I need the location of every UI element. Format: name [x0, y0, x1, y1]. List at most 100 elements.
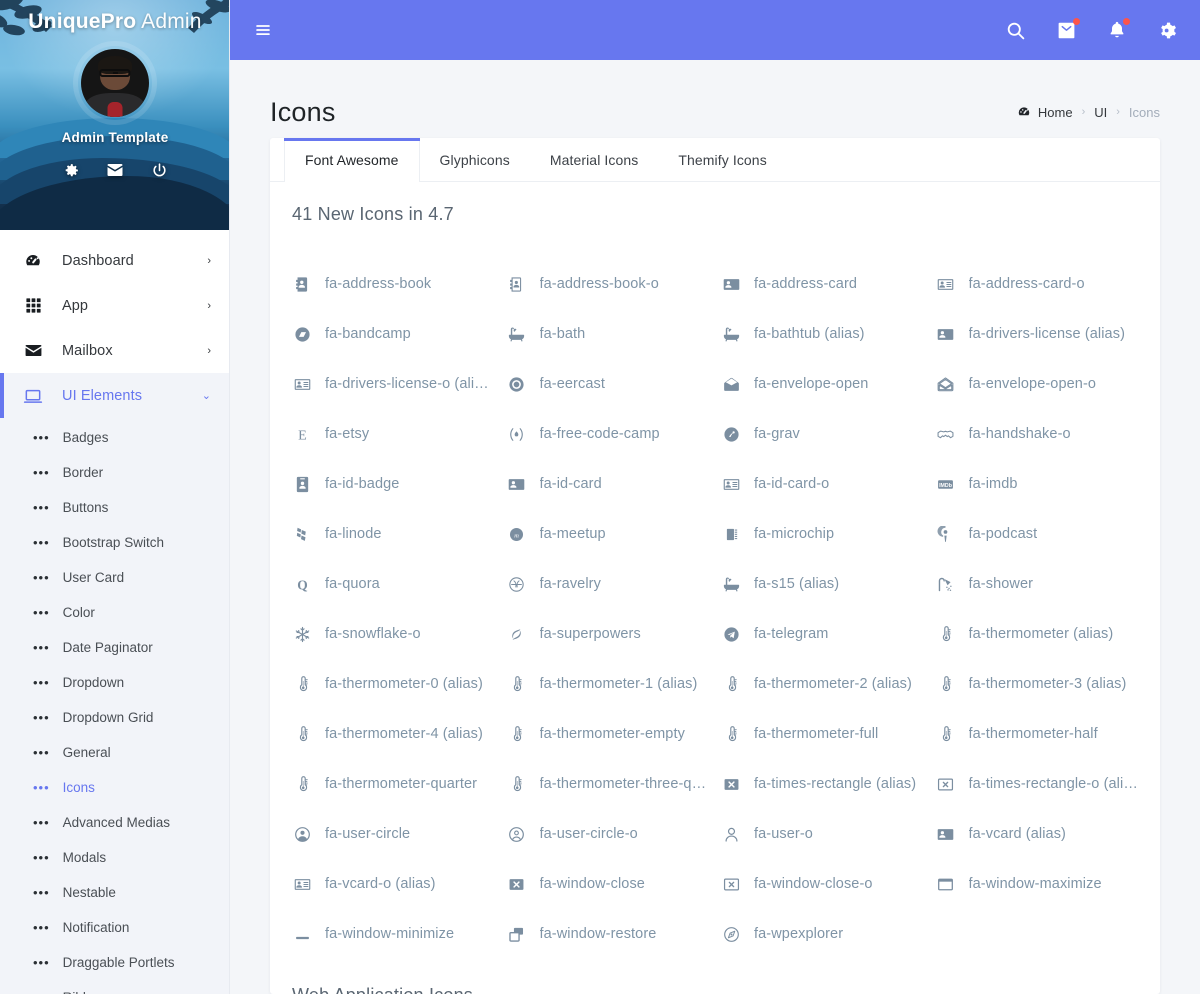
icon-cell[interactable]: fa-microchip	[715, 509, 930, 559]
sidebar-item-draggable-portlets[interactable]: ••• Draggable Portlets	[0, 945, 229, 980]
icon-cell[interactable]: m fa-meetup	[501, 509, 716, 559]
icon-cell[interactable]: fa-window-close-o	[715, 859, 930, 909]
hamburger-icon[interactable]	[254, 21, 272, 39]
icon-cell[interactable]: fa-window-minimize	[286, 909, 501, 959]
icon-cell[interactable]: fa-user-circle-o	[501, 809, 716, 859]
icon-cell[interactable]: fa-linode	[286, 509, 501, 559]
icon-cell[interactable]: fa-envelope-open-o	[930, 359, 1145, 409]
icon-cell[interactable]: fa-times-rectangle-o (alias)	[930, 759, 1145, 809]
icon-cell[interactable]: fa-ravelry	[501, 559, 716, 609]
icon-cell[interactable]: fa-thermometer-3 (alias)	[930, 659, 1145, 709]
icon-cell[interactable]: Efa-etsy	[286, 409, 501, 459]
sidebar-item-user-card[interactable]: ••• User Card	[0, 560, 229, 595]
icon-cell[interactable]: fa-address-card-o	[930, 259, 1145, 309]
icon-cell[interactable]: fa-thermometer-full	[715, 709, 930, 759]
icon-cell[interactable]: fa-window-restore	[501, 909, 716, 959]
sidebar-item-color[interactable]: ••• Color	[0, 595, 229, 630]
icon-cell[interactable]: fa-drivers-license-o (alias)	[286, 359, 501, 409]
icons-card: Font Awesome Glyphicons Material Icons T…	[270, 138, 1160, 994]
icon-cell[interactable]: fa-address-book	[286, 259, 501, 309]
icon-cell[interactable]: fa-bath	[501, 309, 716, 359]
icon-cell[interactable]: fa-window-maximize	[930, 859, 1145, 909]
tab-font-awesome[interactable]: Font Awesome	[284, 138, 420, 183]
icon-cell[interactable]: fa-bandcamp	[286, 309, 501, 359]
icon-cell[interactable]: fa-free-code-camp	[501, 409, 716, 459]
icon-cell[interactable]: fa-times-rectangle (alias)	[715, 759, 930, 809]
icon-label: fa-meetup	[539, 526, 606, 542]
icon-cell[interactable]: fa-drivers-license (alias)	[930, 309, 1145, 359]
icon-cell[interactable]: fa-superpowers	[501, 609, 716, 659]
icon-label: fa-snowflake-o	[325, 626, 421, 642]
tab-themify-icons[interactable]: Themify Icons	[658, 138, 786, 182]
icon-label: fa-address-book-o	[539, 276, 659, 292]
sidebar-item-dropdown-grid[interactable]: ••• Dropdown Grid	[0, 700, 229, 735]
sidebar-subitem-label: Icons	[62, 780, 95, 795]
icon-cell[interactable]: fa-window-close	[501, 859, 716, 909]
icon-cell[interactable]: fa-thermometer-empty	[501, 709, 716, 759]
power-icon[interactable]	[148, 159, 170, 181]
sidebar-subitem-label: Bootstrap Switch	[62, 535, 164, 550]
sidebar-item-border[interactable]: ••• Border	[0, 455, 229, 490]
settings-icon[interactable]	[60, 159, 82, 181]
bell-icon[interactable]	[1107, 18, 1130, 40]
sidebar-item-icons[interactable]: ••• Icons	[0, 770, 229, 805]
icon-cell[interactable]: fa-thermometer-quarter	[286, 759, 501, 809]
sidebar-item-date-paginator[interactable]: ••• Date Paginator	[0, 630, 229, 665]
icon-cell[interactable]: fa-user-o	[715, 809, 930, 859]
sidebar-item-notification[interactable]: ••• Notification	[0, 910, 229, 945]
icon-cell[interactable]: fa-bathtub (alias)	[715, 309, 930, 359]
icon-cell[interactable]: fa-thermometer-4 (alias)	[286, 709, 501, 759]
message-icon[interactable]	[104, 159, 126, 181]
icon-cell[interactable]: fa-vcard-o (alias)	[286, 859, 501, 909]
sidebar-item-modals[interactable]: ••• Modals	[0, 840, 229, 875]
breadcrumb-ui[interactable]: UI	[1094, 105, 1107, 120]
icon-cell[interactable]: fa-thermometer-1 (alias)	[501, 659, 716, 709]
mail-icon[interactable]	[1056, 17, 1080, 41]
icon-cell[interactable]: fa-podcast	[930, 509, 1145, 559]
breadcrumb-home[interactable]: Home	[1017, 105, 1073, 120]
icon-cell[interactable]: fa-wpexplorer	[715, 909, 930, 959]
sidebar-item-dashboard[interactable]: Dashboard ›	[0, 238, 229, 283]
sidebar-item-general[interactable]: ••• General	[0, 735, 229, 770]
icon-cell[interactable]: fa-snowflake-o	[286, 609, 501, 659]
sidebar-item-mailbox[interactable]: Mailbox ›	[0, 328, 229, 373]
icon-cell[interactable]: fa-id-card-o	[715, 459, 930, 509]
icon-cell[interactable]: fa-id-card	[501, 459, 716, 509]
tab-material-icons[interactable]: Material Icons	[530, 138, 659, 182]
icon-cell[interactable]: fa-thermometer-0 (alias)	[286, 659, 501, 709]
icon-cell[interactable]: fa-thermometer-half	[930, 709, 1145, 759]
icon-cell[interactable]: fa-thermometer-three-quarters	[501, 759, 716, 809]
icon-cell[interactable]: fa-grav	[715, 409, 930, 459]
icon-cell[interactable]: fa-thermometer-2 (alias)	[715, 659, 930, 709]
search-icon[interactable]	[1005, 20, 1026, 41]
icon-cell[interactable]: fa-address-card	[715, 259, 930, 309]
sidebar-item-nestable[interactable]: ••• Nestable	[0, 875, 229, 910]
tab-glyphicons[interactable]: Glyphicons	[420, 138, 530, 182]
sidebar-item-ribbons[interactable]: •••Ribbons	[0, 980, 229, 994]
icon-cell[interactable]: fa-user-circle	[286, 809, 501, 859]
sidebar-item-badges[interactable]: ••• Badges	[0, 420, 229, 455]
icon-cell[interactable]: IMDb fa-imdb	[930, 459, 1145, 509]
sidebar-item-bootstrap-switch[interactable]: ••• Bootstrap Switch	[0, 525, 229, 560]
icon-cell[interactable]: Qfa-quora	[286, 559, 501, 609]
icon-cell[interactable]: fa-shower	[930, 559, 1145, 609]
icon-cell[interactable]: fa-id-badge	[286, 459, 501, 509]
avatar[interactable]	[78, 46, 152, 120]
address-book-outline-icon	[507, 276, 527, 293]
sidebar-item-dropdown[interactable]: ••• Dropdown	[0, 665, 229, 700]
section-title-new-icons: 41 New Icons in 4.7	[292, 204, 454, 224]
icon-cell[interactable]: fa-thermometer (alias)	[930, 609, 1145, 659]
icon-cell[interactable]: fa-eercast	[501, 359, 716, 409]
icon-cell[interactable]: fa-s15 (alias)	[715, 559, 930, 609]
gear-icon[interactable]	[1157, 20, 1178, 41]
sidebar-item-buttons[interactable]: ••• Buttons	[0, 490, 229, 525]
icon-cell[interactable]: fa-handshake-o	[930, 409, 1145, 459]
icon-cell[interactable]: fa-envelope-open	[715, 359, 930, 409]
sidebar-item-advanced-medias[interactable]: ••• Advanced Medias	[0, 805, 229, 840]
sidebar-item-ui-elements[interactable]: UI Elements ⌄	[0, 373, 229, 418]
icon-cell[interactable]: fa-telegram	[715, 609, 930, 659]
icon-cell[interactable]: fa-address-book-o	[501, 259, 716, 309]
sidebar-item-app[interactable]: App ›	[0, 283, 229, 328]
icon-cell[interactable]: fa-vcard (alias)	[930, 809, 1145, 859]
sidebar-hero-actions	[0, 159, 229, 181]
